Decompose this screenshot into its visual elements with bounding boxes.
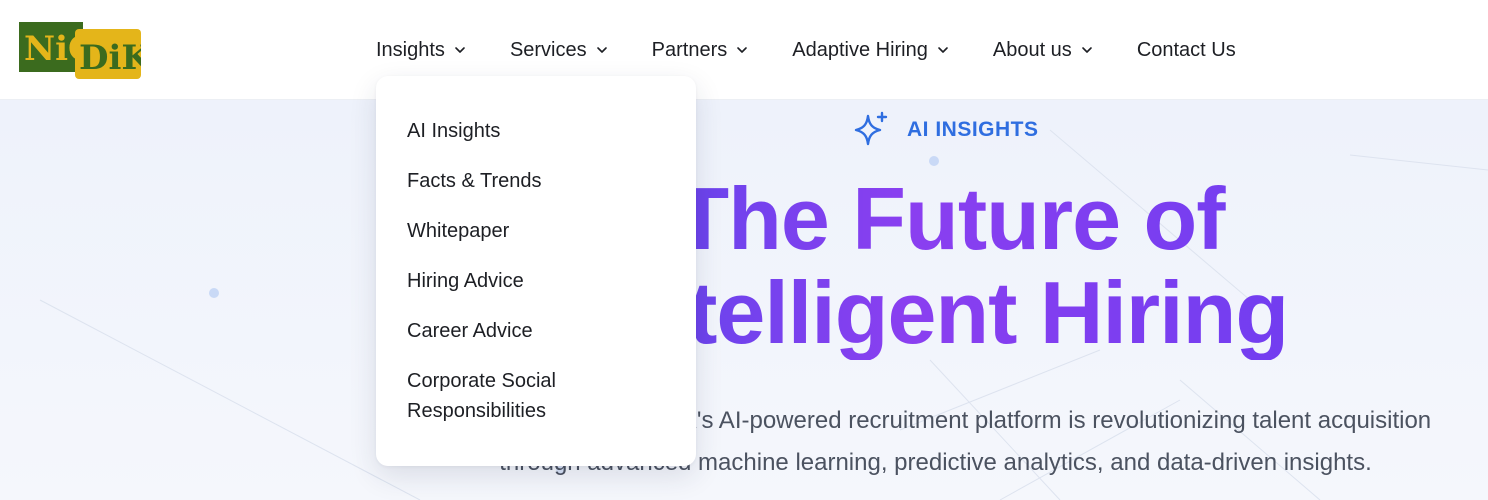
nav-item-label: Partners <box>651 38 728 61</box>
nav-item-adaptive-hiring[interactable]: Adaptive Hiring <box>792 39 950 62</box>
insights-dropdown-menu: AI Insights Facts & Trends Whitepaper Hi… <box>376 76 696 466</box>
dropdown-item-career-advice[interactable]: Career Advice <box>407 316 647 346</box>
nav-item-label: Contact Us <box>1136 38 1236 61</box>
chevron-down-icon <box>737 47 748 53</box>
site-header: NiC DiK Insights Services Partners Adapt… <box>0 0 1488 100</box>
main-nav: Insights Services Partners Adaptive Hiri… <box>376 38 1236 62</box>
nav-item-partners[interactable]: Partners <box>652 39 750 62</box>
nav-item-contact-us[interactable]: Contact Us <box>1137 39 1236 62</box>
nav-item-label: Services <box>509 38 587 61</box>
nav-item-about-us[interactable]: About us <box>993 39 1094 62</box>
chevron-down-icon <box>1082 47 1092 53</box>
chevron-down-icon <box>596 47 607 53</box>
dropdown-item-facts-trends[interactable]: Facts & Trends <box>407 166 647 196</box>
chevron-down-icon <box>938 47 948 53</box>
logo-text-right: DiK <box>79 38 141 78</box>
nav-item-services[interactable]: Services <box>510 39 609 62</box>
sparkle-icon <box>854 111 888 146</box>
nav-item-label: Insights <box>376 38 445 61</box>
nav-item-insights[interactable]: Insights <box>376 39 467 62</box>
hero-eyebrow-text: AI INSIGHTS <box>907 118 1039 141</box>
hero-eyebrow: AI INSIGHTS <box>852 111 1039 149</box>
dropdown-item-hiring-advice[interactable]: Hiring Advice <box>407 266 647 296</box>
chevron-down-icon <box>455 47 465 53</box>
dropdown-item-ai-insights[interactable]: AI Insights <box>407 116 647 146</box>
dropdown-item-whitepaper[interactable]: Whitepaper <box>407 216 647 246</box>
nav-item-label: Adaptive Hiring <box>792 38 928 61</box>
dropdown-item-corporate-social-responsibilities[interactable]: Corporate Social Responsibilities <box>407 366 647 426</box>
nav-item-label: About us <box>992 38 1072 61</box>
niddik-logo[interactable]: NiC DiK <box>19 22 141 80</box>
